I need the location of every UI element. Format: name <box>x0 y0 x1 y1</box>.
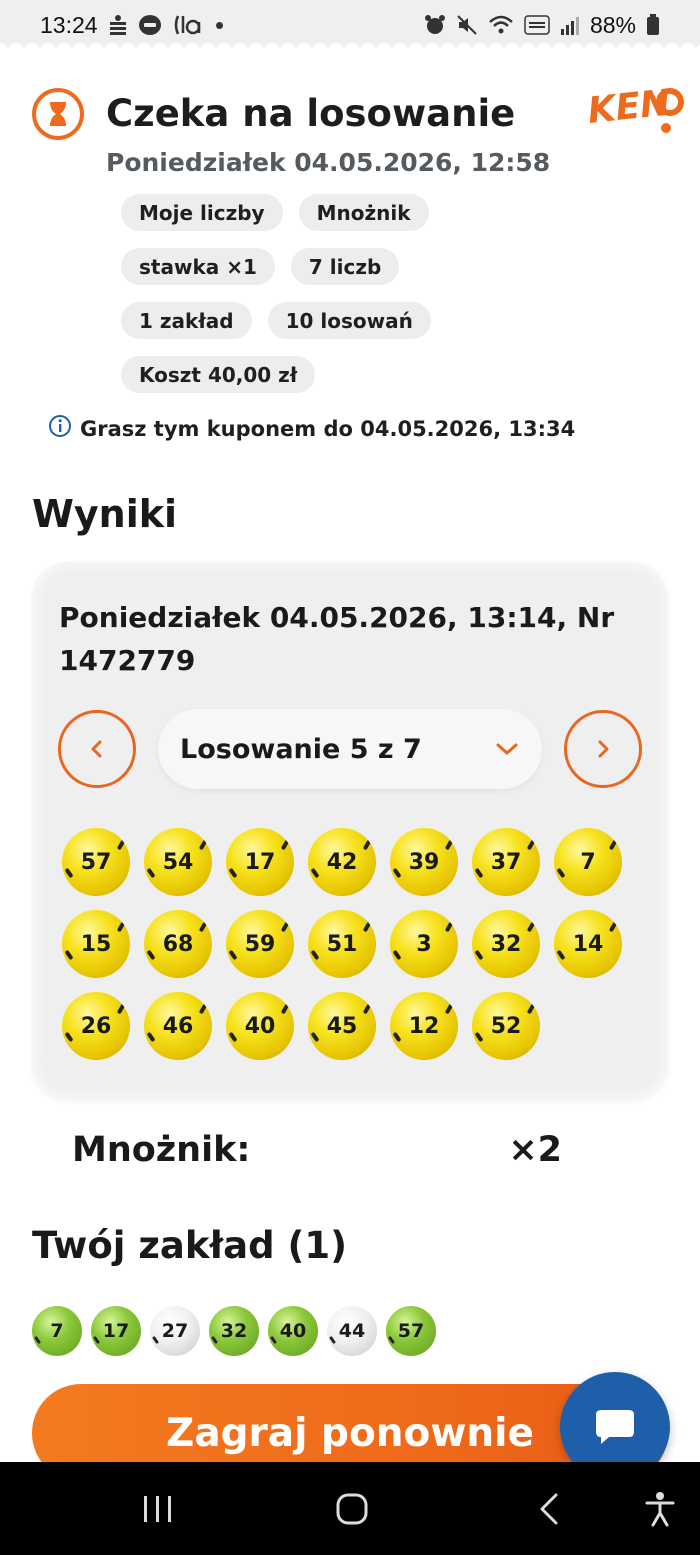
draw-title: Poniedziałek 04.05.2026, 13:14, Nr 14727… <box>59 601 615 677</box>
bank-app-icon <box>108 14 128 36</box>
chevron-left-icon <box>91 740 102 758</box>
bet-ball-hit: 17 <box>91 1306 141 1356</box>
news-app-icon <box>138 14 162 36</box>
bet-numbers: 7 17 27 32 40 44 57 <box>32 1306 436 1356</box>
keno-logo: KEN <box>586 82 690 138</box>
back-button[interactable] <box>524 1484 574 1534</box>
drawn-ball: 45 <box>308 992 376 1060</box>
accessibility-button[interactable] <box>635 1484 685 1534</box>
drawn-ball: 52 <box>472 992 540 1060</box>
chip-cost: Koszt 40,00 zł <box>121 356 316 393</box>
drawn-ball: 32 <box>472 910 540 978</box>
notification-dot-icon <box>215 21 223 29</box>
multiplier-value: ×2 <box>508 1130 562 1170</box>
mute-icon <box>456 14 478 36</box>
drawn-ball: 46 <box>144 992 212 1060</box>
multiplier-row: Mnożnik: ×2 <box>72 1130 562 1170</box>
bet-ball-miss: 44 <box>327 1306 377 1356</box>
bet-heading: Twój zakład (1) <box>32 1224 348 1267</box>
coupon-sheet: Czeka na losowanie KEN Poniedziałek 04.0… <box>0 43 700 1482</box>
back-icon <box>540 1493 558 1525</box>
coupon-date: Poniedziałek 04.05.2026, 12:58 <box>106 148 551 177</box>
volte-icon <box>524 14 550 36</box>
chip-draws-count: 10 losowań <box>267 302 431 339</box>
bet-ball-hit: 40 <box>268 1306 318 1356</box>
chip-my-numbers: Moje liczby <box>121 194 283 231</box>
home-icon <box>336 1493 368 1525</box>
multiplier-label: Mnożnik: <box>72 1130 251 1170</box>
chip-row: Koszt 40,00 zł <box>121 356 541 393</box>
coupon-status-title: Czeka na losowanie <box>106 92 516 135</box>
battery-icon <box>646 14 660 36</box>
drawn-ball: 37 <box>472 828 540 896</box>
draw-select-label: Losowanie 5 z 7 <box>180 733 422 765</box>
drawn-ball: 40 <box>226 992 294 1060</box>
chip-row: 1 zakład 10 losowań <box>121 302 541 339</box>
drawn-ball: 15 <box>62 910 130 978</box>
draw-select-dropdown[interactable]: Losowanie 5 z 7 <box>158 709 542 789</box>
drawn-ball: 42 <box>308 828 376 896</box>
recent-apps-button[interactable] <box>133 1484 183 1534</box>
drawn-ball: 59 <box>226 910 294 978</box>
drawn-numbers-grid: 57 54 17 42 39 37 7 15 68 59 51 3 32 14 … <box>62 828 642 1060</box>
info-icon <box>48 414 72 443</box>
home-button[interactable] <box>327 1484 377 1534</box>
chevron-down-icon <box>496 743 518 755</box>
drawn-ball: 17 <box>226 828 294 896</box>
chevron-right-icon <box>598 740 609 758</box>
hourglass-icon <box>32 88 84 140</box>
drawn-ball: 12 <box>390 992 458 1060</box>
signal-icon <box>560 14 580 36</box>
bet-ball-hit: 32 <box>209 1306 259 1356</box>
bet-ball-miss: 27 <box>150 1306 200 1356</box>
drawn-ball: 57 <box>62 828 130 896</box>
la-app-icon <box>172 13 206 37</box>
chip-numbers-count: 7 liczb <box>290 248 400 285</box>
drawn-ball: 3 <box>390 910 458 978</box>
chip-stake: stawka ×1 <box>121 248 275 285</box>
alarm-icon <box>424 14 446 36</box>
previous-draw-button[interactable] <box>58 710 136 788</box>
drawn-ball: 14 <box>554 910 622 978</box>
chat-bubble-icon <box>596 1410 634 1444</box>
chip-bets-count: 1 zakład <box>121 302 252 339</box>
recent-apps-icon <box>144 1496 171 1522</box>
accessibility-icon <box>645 1492 675 1527</box>
results-heading: Wyniki <box>32 492 178 536</box>
drawn-ball: 7 <box>554 828 622 896</box>
coupon-chips: Moje liczby Mnożnik stawka ×1 7 liczb 1 … <box>121 194 541 410</box>
bet-ball-hit: 7 <box>32 1306 82 1356</box>
system-nav-bar <box>0 1462 700 1555</box>
chip-row: stawka ×1 7 liczb <box>121 248 541 285</box>
next-draw-button[interactable] <box>564 710 642 788</box>
drawn-ball: 51 <box>308 910 376 978</box>
drawn-ball: 26 <box>62 992 130 1060</box>
chip-multiplier: Mnożnik <box>298 194 429 231</box>
wifi-icon <box>488 14 514 36</box>
coupon-valid-info: Grasz tym kuponem do 04.05.2026, 13:34 <box>48 414 575 443</box>
battery-percent: 88% <box>589 11 636 38</box>
status-time: 13:24 <box>40 11 98 38</box>
drawn-ball: 54 <box>144 828 212 896</box>
bet-ball-hit: 57 <box>386 1306 436 1356</box>
drawn-ball: 68 <box>144 910 212 978</box>
chip-row: Moje liczby Mnożnik <box>121 194 541 231</box>
draw-results-card: Poniedziałek 04.05.2026, 13:14, Nr 14727… <box>32 562 668 1100</box>
info-text: Grasz tym kuponem do 04.05.2026, 13:34 <box>80 416 576 441</box>
drawn-ball: 39 <box>390 828 458 896</box>
